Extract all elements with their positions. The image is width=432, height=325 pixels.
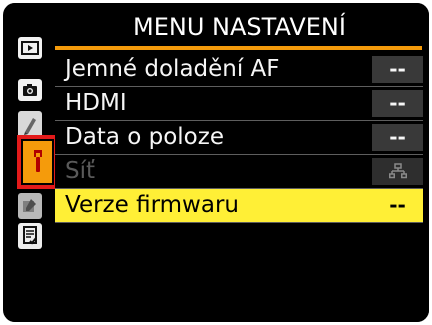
menu-item-value: --: [372, 192, 423, 219]
menu-item-location-data[interactable]: Data o poloze --: [55, 121, 423, 155]
playback-icon: [21, 41, 39, 55]
menu-item-label: Jemné doladění AF: [65, 56, 280, 82]
menu-item-af-fine-tune[interactable]: Jemné doladění AF --: [55, 53, 423, 87]
my-menu-icon: [21, 226, 39, 246]
menu-panel: MENU NASTAVENÍ Jemné doladění AF -- HDMI…: [55, 3, 429, 322]
shooting-tab[interactable]: [18, 79, 42, 101]
menu-item-value: --: [372, 90, 423, 117]
retouch-tab[interactable]: [18, 193, 42, 219]
pencil-icon: [21, 114, 39, 136]
menu-title: MENU NASTAVENÍ: [133, 13, 346, 41]
menu-item-hdmi[interactable]: HDMI --: [55, 87, 423, 121]
menu-item-value: --: [372, 124, 423, 151]
menu-item-label: Verze firmwaru: [65, 192, 239, 218]
setup-tab-fill: [23, 141, 52, 183]
menu-item-network: Síť: [55, 155, 423, 189]
menu-item-value: --: [372, 56, 423, 83]
menu-item-label: HDMI: [65, 90, 127, 116]
settings-menu-list: Jemné doladění AF -- HDMI -- Data o polo…: [55, 53, 423, 223]
playback-tab[interactable]: [18, 37, 42, 59]
menu-item-firmware-version[interactable]: Verze firmwaru --: [55, 189, 423, 223]
title-divider: [55, 46, 422, 50]
retouch-icon: [21, 197, 39, 215]
my-menu-tab[interactable]: [18, 223, 42, 249]
menu-sidebar: [7, 3, 58, 322]
wrench-icon: [28, 149, 48, 175]
menu-item-label: Data o poloze: [65, 124, 224, 150]
camera-icon: [21, 83, 39, 97]
network-value: [372, 158, 423, 185]
network-icon: [372, 163, 423, 179]
setup-tab[interactable]: [17, 135, 58, 189]
menu-item-label: Síť: [65, 158, 96, 184]
menu-screen: MENU NASTAVENÍ Jemné doladění AF -- HDMI…: [3, 3, 429, 322]
